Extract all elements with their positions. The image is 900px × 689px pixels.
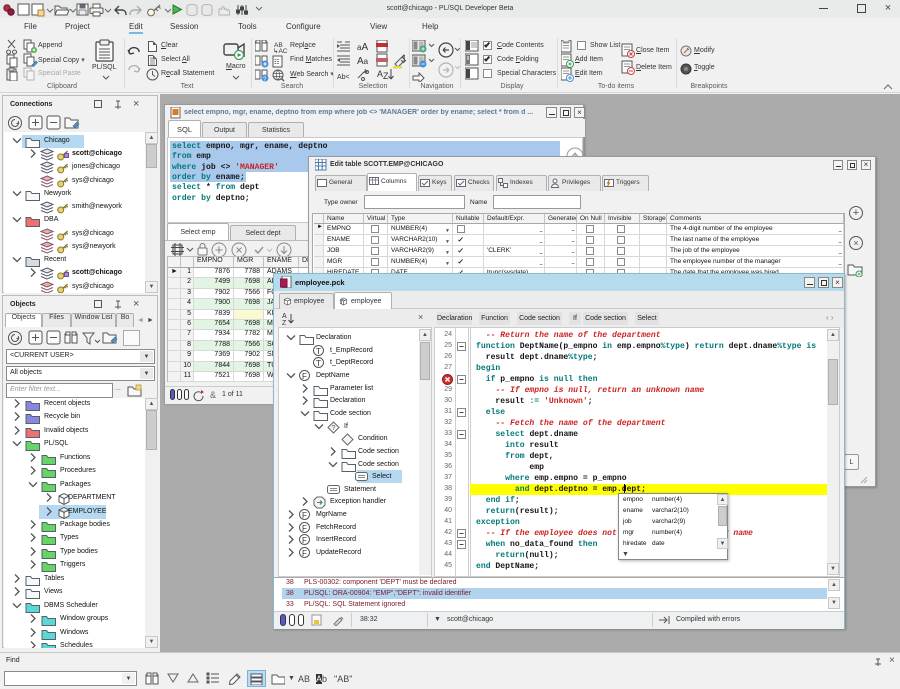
svg-text:?: ?	[332, 425, 336, 432]
svg-text:A: A	[282, 313, 287, 320]
svg-text:☷: ☷	[274, 59, 279, 66]
svg-text:Z: Z	[282, 320, 287, 325]
svg-text:Ab<: Ab<	[337, 74, 350, 81]
svg-text:↳AC: ↳AC	[273, 47, 288, 55]
svg-text:Z: Z	[383, 71, 389, 81]
svg-text:Aa: Aa	[357, 56, 369, 67]
svg-text:aA: aA	[357, 42, 368, 53]
